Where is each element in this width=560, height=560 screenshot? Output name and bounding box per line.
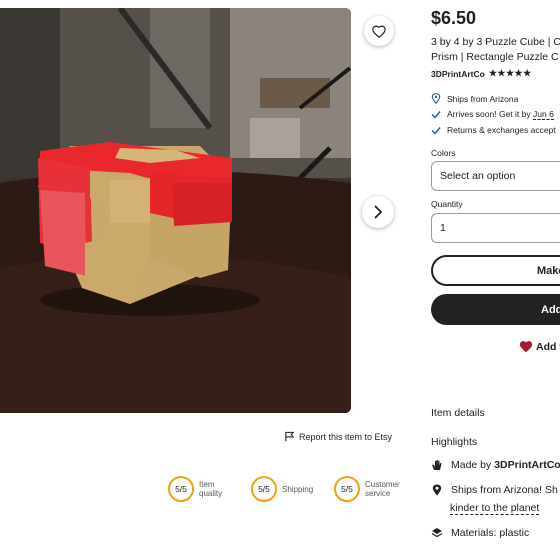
ships-from-highlight-row: Ships from Arizona! Sh (431, 484, 558, 496)
rating-label: Item quality (199, 480, 223, 498)
shop-ratings: 5/5 Item quality 5/5 Shipping 5/5 Custom… (168, 476, 417, 502)
report-item-link[interactable]: Report this item to Etsy (284, 431, 392, 442)
arrival-row: Arrives soon! Get it by Jun 6 (431, 109, 554, 120)
arrival-text: Arrives soon! Get it by Jun 6 (447, 109, 554, 120)
puzzle-cube-image (0, 8, 351, 413)
materials-row: Materials: plastic (431, 527, 529, 539)
product-photo[interactable] (0, 8, 351, 413)
returns-row: Returns & exchanges accept (431, 125, 556, 135)
rating-shipping: 5/5 Shipping (251, 476, 320, 502)
rating-label: Customer service (365, 480, 400, 498)
rating-score-badge: 5/5 (168, 476, 194, 502)
shop-name-link[interactable]: 3DPrintArtCo (431, 69, 485, 79)
colors-select[interactable]: Select an option (431, 161, 560, 191)
shop-info: 3DPrintArtCo ★★★★★ (431, 68, 532, 79)
favorite-button[interactable] (364, 16, 394, 46)
add-to-favorites-label: Add t (536, 340, 560, 353)
made-by-shop[interactable]: 3DPrintArtCo (494, 459, 560, 471)
highlights-heading: Highlights (431, 436, 478, 448)
quantity-select[interactable]: 1 (431, 213, 560, 243)
chevron-right-icon (374, 205, 383, 219)
rating-label: Shipping (282, 484, 314, 494)
materials-text: Materials: plastic (451, 527, 530, 539)
rating-score-badge: 5/5 (251, 476, 277, 502)
returns-text: Returns & exchanges accept (447, 125, 556, 135)
made-by-text: Made by 3DPrintArtCo (451, 459, 560, 471)
ships-from-highlight-text: Ships from Arizona! Sh (451, 484, 558, 496)
check-icon (431, 126, 441, 135)
product-price: $6.50 (431, 8, 477, 28)
rating-customer-service: 5/5 Customer service (334, 476, 403, 502)
rating-score-badge: 5/5 (334, 476, 360, 502)
ships-from-text: Ships from Arizona (447, 93, 519, 104)
rating-item-quality: 5/5 Item quality (168, 476, 237, 502)
item-details-heading[interactable]: Item details (431, 407, 485, 419)
quantity-label: Quantity (431, 199, 463, 209)
heart-filled-icon (519, 341, 533, 353)
hand-icon (432, 460, 442, 470)
location-pin-icon (432, 484, 442, 496)
arrival-date[interactable]: Jun 6 (533, 109, 554, 120)
star-rating: ★★★★★ (488, 68, 532, 78)
report-item-label: Report this item to Etsy (299, 431, 393, 442)
make-offer-button[interactable]: Make (431, 255, 560, 286)
made-by-row: Made by 3DPrintArtCo (431, 459, 560, 471)
add-to-favorites-button[interactable]: Add t (519, 340, 560, 353)
location-pin-icon (431, 93, 441, 104)
check-icon (431, 110, 441, 119)
next-image-button[interactable] (362, 196, 394, 228)
heart-icon (372, 25, 386, 38)
product-title[interactable]: 3 by 4 by 3 Puzzle Cube | C Prism | Rect… (431, 35, 560, 65)
add-to-cart-button[interactable]: Add (431, 294, 560, 325)
kinder-to-planet-link[interactable]: kinder to the planet (450, 502, 540, 515)
flag-icon (285, 431, 295, 442)
ships-from-row: Ships from Arizona (431, 93, 518, 104)
colors-label: Colors (431, 148, 456, 158)
materials-icon (431, 528, 443, 538)
